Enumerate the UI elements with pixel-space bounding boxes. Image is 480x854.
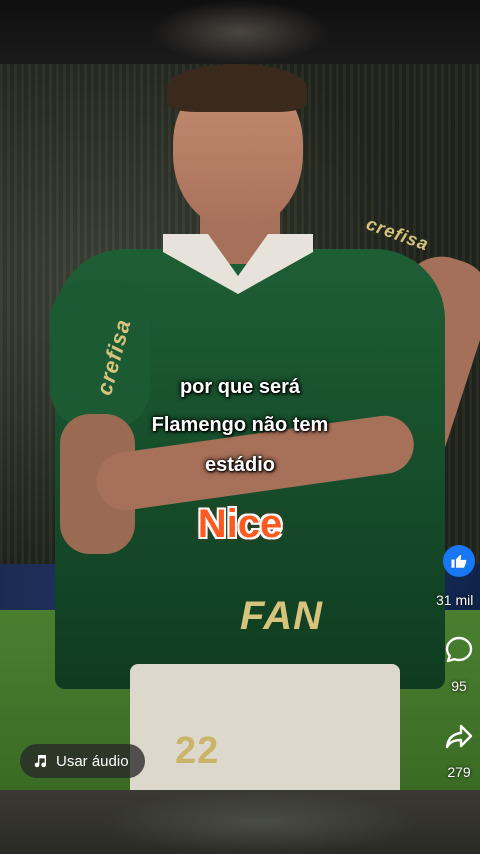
jersey-sponsor-chest: FAN <box>240 594 323 638</box>
comment-bubble-icon <box>445 636 473 663</box>
bottom-blur-bar <box>0 790 480 854</box>
music-note-icon <box>34 755 46 768</box>
caption-line-3: estádio <box>204 454 276 476</box>
player-shorts <box>130 664 400 790</box>
use-audio-label: Usar áudio <box>56 752 129 770</box>
player-hair <box>167 64 307 112</box>
caption-line-2: Flamengo não tem <box>151 414 329 436</box>
player-left-sleeve <box>50 279 150 429</box>
top-blur-bar <box>0 0 480 64</box>
likes-count: 31 mil <box>436 592 474 608</box>
caption-line-1: por que será <box>179 376 301 398</box>
like-button[interactable] <box>443 545 475 577</box>
shares-count: 279 <box>447 764 471 780</box>
comment-button[interactable] <box>443 634 475 666</box>
shorts-number: 22 <box>175 730 220 772</box>
use-audio-button[interactable]: Usar áudio <box>20 744 145 778</box>
share-button[interactable] <box>443 720 475 752</box>
thumbs-up-icon <box>451 555 467 568</box>
nice-sticker: Nice <box>197 502 283 546</box>
comments-count: 95 <box>451 678 467 694</box>
share-arrow-icon <box>445 724 473 749</box>
